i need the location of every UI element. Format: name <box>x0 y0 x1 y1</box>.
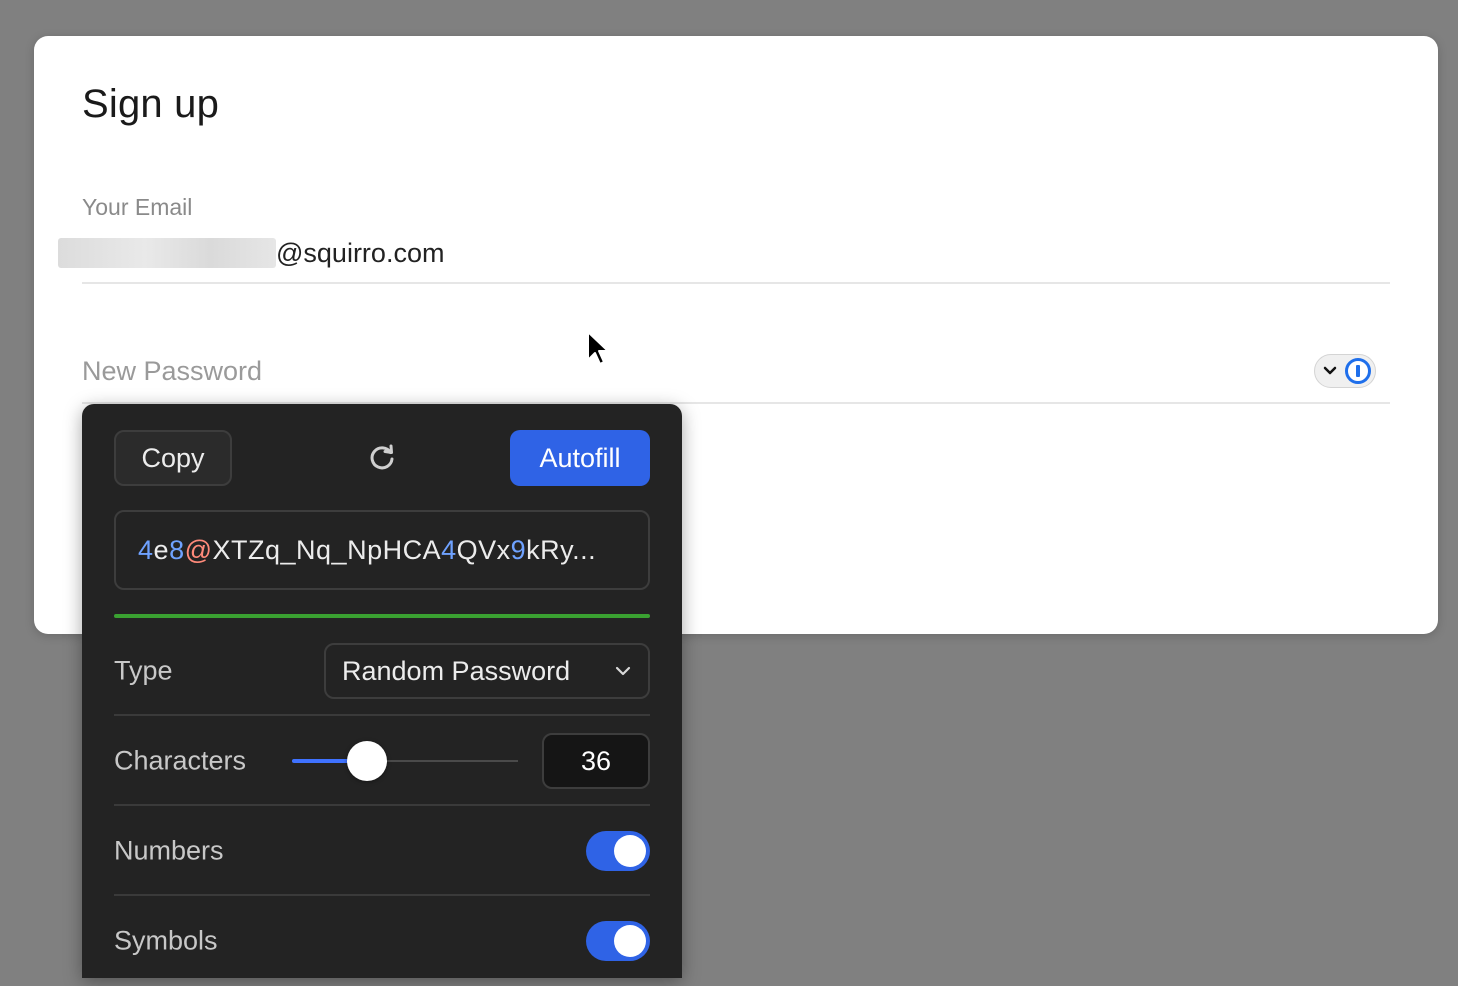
toggle-knob <box>614 835 646 867</box>
password-segment-letter: kRy... <box>526 534 597 565</box>
page-title: Sign up <box>82 82 220 126</box>
chevron-down-icon <box>615 666 631 676</box>
password-segment-digit: 4 <box>138 534 154 565</box>
password-segment-letter: QVx <box>456 534 511 565</box>
password-segment-digit: 9 <box>510 534 527 565</box>
characters-label: Characters <box>114 745 247 776</box>
numbers-label: Numbers <box>114 835 224 866</box>
refresh-icon <box>370 444 394 470</box>
regenerate-button[interactable] <box>354 430 410 486</box>
generated-password[interactable]: 4 e 8 @ XTZq_Nq_NpHCA 4 QVx 9 kRy... <box>114 510 650 590</box>
copy-button[interactable]: Copy <box>114 430 232 486</box>
password-segment-symbol: @ <box>184 534 213 565</box>
email-label: Your Email <box>82 194 193 220</box>
password-manager-button[interactable] <box>1314 354 1376 388</box>
characters-slider[interactable] <box>292 741 518 781</box>
characters-count-input[interactable]: 36 <box>542 733 650 789</box>
redacted-email-user <box>58 238 276 268</box>
type-select[interactable]: Random Password <box>324 643 650 699</box>
toggle-knob <box>614 925 646 957</box>
chevron-down-icon <box>1323 366 1337 375</box>
autofill-button[interactable]: Autofill <box>510 430 650 486</box>
email-domain: @squirro.com <box>276 237 445 268</box>
mouse-cursor-icon <box>587 331 609 365</box>
password-segment-letter: XTZq_Nq_NpHCA <box>212 534 442 565</box>
type-label: Type <box>114 655 173 686</box>
symbols-row: Symbols <box>114 896 650 986</box>
numbers-toggle[interactable] <box>586 831 650 871</box>
onepassword-icon <box>1345 358 1371 384</box>
type-row: Type Random Password <box>114 626 650 716</box>
numbers-row: Numbers <box>114 806 650 896</box>
email-field[interactable]: @squirro.com <box>58 236 444 270</box>
slider-thumb[interactable] <box>346 741 387 781</box>
password-strength-bar <box>114 614 650 618</box>
password-segment-digit: 8 <box>169 534 185 565</box>
password-segment-digit: 4 <box>441 534 457 565</box>
characters-row: Characters 36 <box>114 716 650 806</box>
password-generator-popup: Copy Autofill 4 e 8 @ XTZq_Nq_NpHCA 4 QVx 9 kRy.… <box>82 404 682 978</box>
email-underline <box>82 282 1390 284</box>
new-password-field[interactable]: New Password <box>82 356 262 387</box>
symbols-toggle[interactable] <box>586 921 650 961</box>
symbols-label: Symbols <box>114 925 218 956</box>
type-select-value: Random Password <box>342 655 571 686</box>
password-segment-letter: e <box>153 534 170 565</box>
